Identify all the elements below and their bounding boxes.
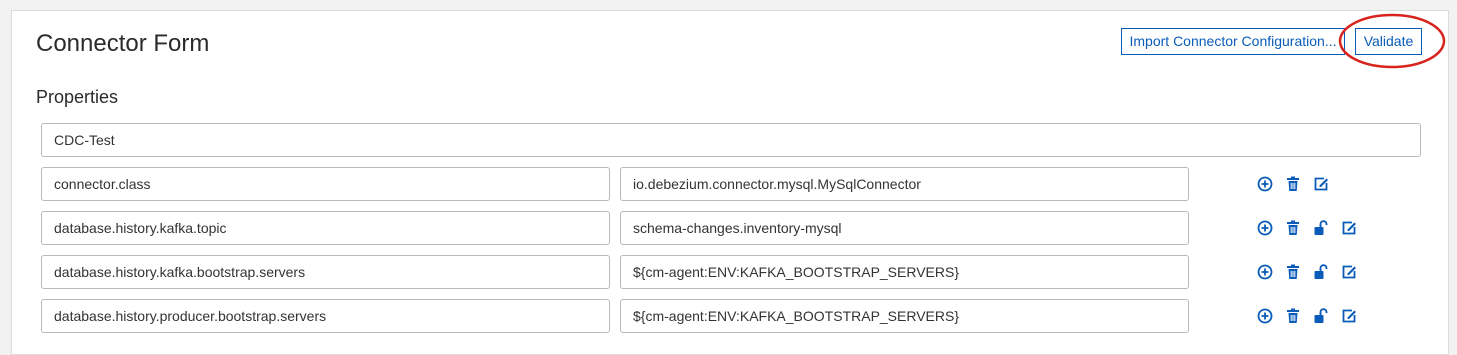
trash-icon[interactable] <box>1284 219 1302 237</box>
properties-section-title: Properties <box>36 87 119 107</box>
property-key-input[interactable] <box>41 167 610 201</box>
unlock-icon[interactable] <box>1312 307 1330 325</box>
edit-icon[interactable] <box>1312 175 1330 193</box>
property-value-input[interactable] <box>620 299 1189 333</box>
unlock-icon[interactable] <box>1312 263 1330 281</box>
add-icon[interactable] <box>1256 307 1274 325</box>
trash-icon[interactable] <box>1284 175 1302 193</box>
connector-name-input[interactable] <box>41 123 1421 157</box>
property-key-input[interactable] <box>41 255 610 289</box>
property-value-input[interactable] <box>620 255 1189 289</box>
unlock-icon[interactable] <box>1312 219 1330 237</box>
property-key-input[interactable] <box>41 211 610 245</box>
trash-icon[interactable] <box>1284 307 1302 325</box>
add-icon[interactable] <box>1256 263 1274 281</box>
property-value-input[interactable] <box>620 211 1189 245</box>
add-icon[interactable] <box>1256 219 1274 237</box>
page-title: Connector Form <box>36 30 210 57</box>
edit-icon[interactable] <box>1340 263 1358 281</box>
property-value-input[interactable] <box>620 167 1189 201</box>
edit-icon[interactable] <box>1340 219 1358 237</box>
property-key-input[interactable] <box>41 299 610 333</box>
add-icon[interactable] <box>1256 175 1274 193</box>
validate-button[interactable]: Validate <box>1355 28 1422 55</box>
edit-icon[interactable] <box>1340 307 1358 325</box>
trash-icon[interactable] <box>1284 263 1302 281</box>
import-connector-configuration-button[interactable]: Import Connector Configuration... <box>1121 28 1345 55</box>
